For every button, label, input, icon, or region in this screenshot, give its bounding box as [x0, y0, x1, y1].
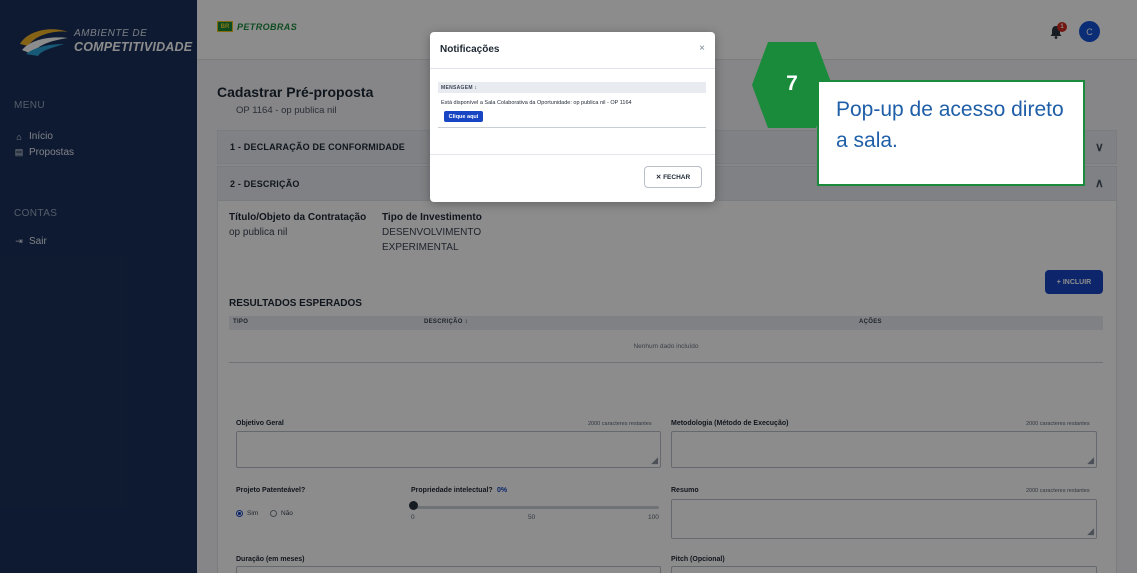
modal-footer-divider: [430, 154, 715, 155]
notification-message: Está disponível a Sala Colaborativa da O…: [441, 100, 632, 106]
modal-divider: [430, 68, 715, 69]
close-icon[interactable]: ×: [699, 43, 705, 54]
message-column-header[interactable]: MENSAGEM ↕: [438, 82, 706, 93]
modal-title: Notificações: [440, 44, 500, 55]
callout-text: Pop-up de acesso direto a sala.: [836, 98, 1064, 152]
message-row-divider: [438, 127, 706, 128]
notifications-modal: Notificações × MENSAGEM ↕ Está disponíve…: [430, 32, 715, 202]
close-modal-button[interactable]: ✕ FECHAR: [644, 166, 702, 188]
open-room-button[interactable]: Clique aqui: [444, 111, 483, 122]
